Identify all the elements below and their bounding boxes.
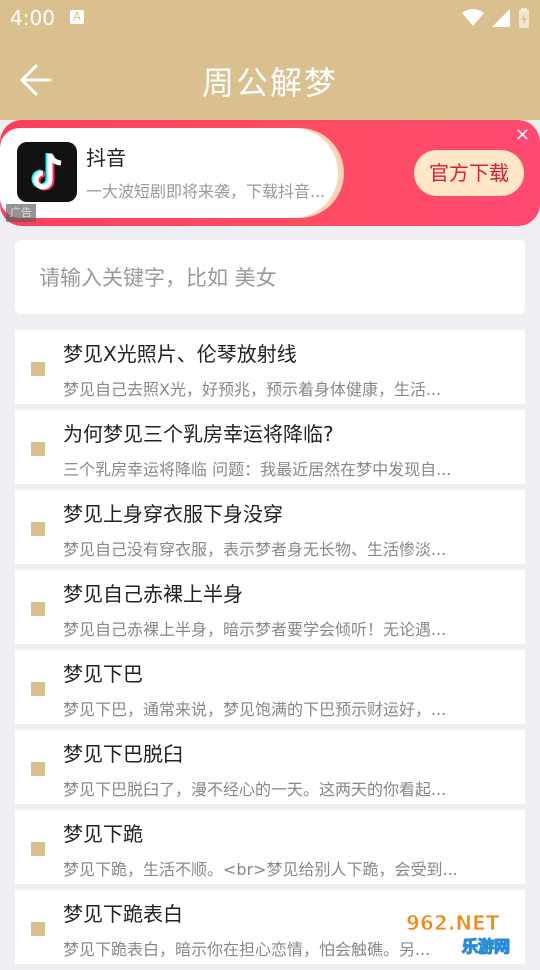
bullet-icon: [31, 522, 45, 536]
search-input[interactable]: [37, 260, 511, 296]
item-desc: 三个乳房幸运将降临 问题：我最近居然在梦中发现自...: [63, 460, 452, 479]
close-icon[interactable]: ×: [515, 124, 530, 145]
watermark-bottom-text: 乐游网: [462, 937, 510, 956]
list-item[interactable]: 梦见下巴梦见下巴，通常来说，梦见饱满的下巴预示财运好，...: [15, 650, 525, 724]
list-item[interactable]: 梦见X光照片、伦琴放射线梦见自己去照X光，好预兆，预示着身体健康，生活...: [15, 330, 525, 404]
watermark-logo: 962.NET 乐游网: [406, 911, 511, 956]
item-desc: 梦见自己赤裸上半身，暗示梦者要学会倾听！无论遇...: [63, 620, 447, 639]
bullet-icon: [31, 762, 45, 776]
signal-icon: [492, 9, 510, 27]
bullet-icon: [31, 362, 45, 376]
list-item[interactable]: 为何梦见三个乳房幸运将降临? 三个乳房幸运将降临 问题：我最近居然在梦中发现自..…: [15, 410, 525, 484]
item-desc: 梦见下跪，生活不顺。<br>梦见给别人下跪，会受到...: [63, 860, 458, 879]
ad-app-name: 抖音: [86, 146, 126, 170]
battery-icon: [519, 8, 529, 28]
bullet-icon: [31, 442, 45, 456]
item-title: 为何梦见三个乳房幸运将降临?: [63, 422, 334, 446]
item-desc: 梦见自己没有穿衣服，表示梦者身无长物、生活惨淡...: [63, 540, 447, 559]
item-title: 梦见上身穿衣服下身没穿: [63, 502, 283, 526]
list-item[interactable]: 梦见上身穿衣服下身没穿梦见自己没有穿衣服，表示梦者身无长物、生活惨淡...: [15, 490, 525, 564]
list-item[interactable]: 梦见下跪梦见下跪，生活不顺。<br>梦见给别人下跪，会受到...: [15, 810, 525, 884]
item-title: 梦见下巴脱臼: [63, 742, 183, 766]
item-title: 梦见下跪: [63, 822, 143, 846]
item-desc: 梦见自己去照X光，好预兆，预示着身体健康，生活...: [63, 380, 442, 399]
tiktok-logo-icon: [17, 142, 77, 202]
item-desc: 梦见下巴，通常来说，梦见饱满的下巴预示财运好，...: [63, 700, 447, 719]
item-desc: 梦见下巴脱臼了，漫不经心的一天。这两天的你看起...: [63, 780, 447, 799]
search-box[interactable]: [15, 240, 525, 314]
ad-description: 一大波短剧即将来袭，下载抖音...: [86, 182, 326, 201]
ad-tag: 广告: [6, 204, 36, 222]
page-title: 周公解梦: [201, 64, 338, 102]
status-time: 4:00: [10, 6, 55, 30]
item-title: 梦见下跪表白: [63, 902, 183, 926]
list-item[interactable]: 梦见自己赤裸上半身梦见自己赤裸上半身，暗示梦者要学会倾听！无论遇...: [15, 570, 525, 644]
wifi-icon: [462, 9, 484, 26]
watermark-top-text: 962.NET: [406, 911, 500, 935]
bullet-icon: [31, 682, 45, 696]
dream-list: 梦见X光照片、伦琴放射线梦见自己去照X光，好预兆，预示着身体健康，生活... 为…: [15, 330, 525, 970]
ad-banner[interactable]: 抖音 一大波短剧即将来袭，下载抖音... 官方下载 ×: [0, 120, 540, 226]
bullet-icon: [31, 842, 45, 856]
status-bar: 4:00 A: [0, 0, 540, 36]
bullet-icon: [31, 922, 45, 936]
item-title: 梦见自己赤裸上半身: [63, 582, 243, 606]
status-icons: [462, 8, 530, 28]
item-title: 梦见X光照片、伦琴放射线: [63, 342, 297, 366]
item-title: 梦见下巴: [63, 662, 143, 686]
bullet-icon: [31, 602, 45, 616]
app-bar: 周公解梦: [0, 36, 540, 120]
download-button[interactable]: 官方下载: [414, 150, 524, 196]
notification-icon: A: [70, 10, 84, 24]
list-item[interactable]: 梦见下巴脱臼梦见下巴脱臼了，漫不经心的一天。这两天的你看起...: [15, 730, 525, 804]
